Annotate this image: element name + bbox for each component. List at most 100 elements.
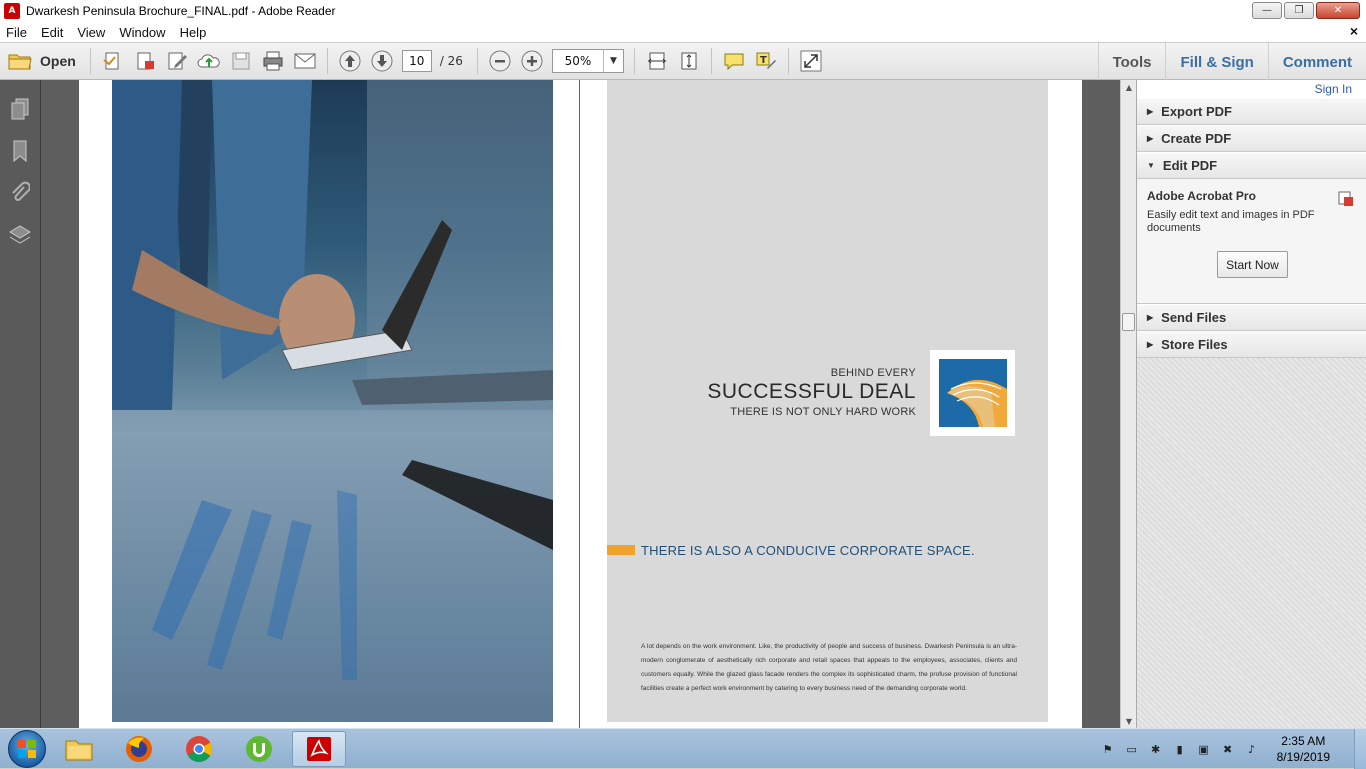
vertical-scrollbar[interactable]: ▲ ▼ [1120,80,1136,728]
edit-pdf-section[interactable]: ▼ Edit PDF [1137,152,1366,179]
next-page-icon[interactable] [369,48,395,74]
page-thumbnails-icon[interactable] [6,95,34,123]
taskbar-adobe-reader[interactable] [292,730,346,767]
layers-icon[interactable] [6,221,34,249]
windows-logo-icon [18,739,36,758]
fill-sign-tab[interactable]: Fill & Sign [1165,43,1267,81]
show-desktop-button[interactable] [1354,729,1366,769]
accent-bar [607,545,635,555]
zoom-in-icon[interactable] [519,48,545,74]
taskbar: ⚑ ▭ ✱ ▮ ▣ ✖ ♪ 2:35 AM 8/19/2019 [0,728,1366,769]
taskbar-chrome[interactable] [172,731,226,767]
toolbar: Open 10 / 26 50% ▼ T Tools Fill & Sign C… [0,42,1366,81]
taskbar-explorer[interactable] [52,731,106,767]
minimize-button[interactable]: — [1252,2,1282,19]
volume-icon[interactable]: ♪ [1245,742,1259,756]
export-pdf-section[interactable]: ▶ Export PDF [1137,98,1366,125]
chevron-down-icon[interactable]: ▼ [602,50,623,72]
zoom-out-icon[interactable] [487,48,513,74]
scroll-down-icon[interactable]: ▼ [1121,714,1137,728]
close-button[interactable]: ✕ [1316,2,1360,19]
sign-in-link[interactable]: Sign In [1137,80,1366,98]
open-button[interactable]: Open [0,51,84,71]
restore-button[interactable]: ❐ [1284,2,1314,19]
toolbar-separator [476,48,478,74]
start-button[interactable] [8,729,46,768]
create-pdf-icon[interactable] [100,48,126,74]
device-icon[interactable]: ▣ [1197,742,1211,756]
export-pdf-label: Export PDF [1161,104,1232,119]
bluetooth-icon[interactable]: ✱ [1149,742,1163,756]
save-icon[interactable] [228,48,254,74]
acrobat-pro-icon[interactable] [1338,191,1354,207]
triangle-right-icon: ▶ [1147,107,1154,116]
headline-small: BEHIND EVERY [830,367,916,379]
sticky-note-icon[interactable] [721,48,747,74]
pdf-page-left [79,80,579,728]
scroll-thumb[interactable] [1122,313,1135,331]
folder-icon [65,740,93,760]
triangle-right-icon: ▶ [1147,340,1154,349]
menu-edit[interactable]: Edit [34,25,70,40]
pdf-page-right: BEHIND EVERY SUCCESSFUL DEAL THERE IS NO… [580,80,1082,728]
chrome-icon [186,735,213,762]
create-pdf-label: Create PDF [1161,131,1232,146]
brochure-panel: BEHIND EVERY SUCCESSFUL DEAL THERE IS NO… [607,80,1048,722]
print-icon[interactable] [260,48,286,74]
page-total: / 26 [439,54,463,68]
toolbar-separator [89,48,91,74]
menu-window[interactable]: Window [112,25,172,40]
page-number-input[interactable]: 10 [401,50,432,72]
zoom-select[interactable]: 50% ▼ [551,49,624,73]
start-now-button[interactable]: Start Now [1217,251,1288,278]
cloud-upload-icon[interactable] [196,48,222,74]
email-icon[interactable] [292,48,318,74]
send-files-section[interactable]: ▶ Send Files [1137,304,1366,331]
document-viewport[interactable]: BEHIND EVERY SUCCESSFUL DEAL THERE IS NO… [41,80,1120,728]
create-pdf-section[interactable]: ▶ Create PDF [1137,125,1366,152]
title-bar: A Dwarkesh Peninsula Brochure_FINAL.pdf … [0,0,1366,22]
highlight-text-icon[interactable]: T [753,48,779,74]
store-files-label: Store Files [1161,337,1228,352]
clock-time: 2:35 AM [1281,734,1326,748]
previous-page-icon[interactable] [337,48,363,74]
utorrent-icon [246,735,272,762]
product-title: Adobe Acrobat Pro [1147,189,1256,203]
taskbar-utorrent[interactable] [232,731,286,767]
menu-help[interactable]: Help [173,25,214,40]
fit-page-icon[interactable] [676,48,702,74]
fit-width-icon[interactable] [644,48,670,74]
action-center-icon[interactable]: ⚑ [1101,742,1115,756]
body-paragraph: A lot depends on the work environment. L… [641,643,1017,692]
triangle-right-icon: ▶ [1147,134,1154,143]
store-files-section[interactable]: ▶ Store Files [1137,331,1366,358]
edit-pdf-content: Adobe Acrobat Pro Easily edit text and i… [1137,179,1366,304]
scroll-up-icon[interactable]: ▲ [1121,80,1137,94]
bookmarks-icon[interactable] [6,137,34,165]
export-pdf-icon[interactable] [132,48,158,74]
tools-tab[interactable]: Tools [1097,43,1166,81]
taskbar-firefox[interactable] [112,731,166,767]
firefox-icon [126,735,152,762]
adobe-reader-icon [307,736,331,761]
navigation-pane [0,80,41,728]
office-photo [112,80,553,722]
network-error-icon[interactable]: ✖ [1221,742,1235,756]
send-files-label: Send Files [1161,310,1227,325]
system-clock[interactable]: 2:35 AM 8/19/2019 [1277,733,1330,765]
edit-pdf-icon[interactable] [164,48,190,74]
close-document-button[interactable]: × [1350,23,1358,39]
monitor-icon[interactable]: ▭ [1125,742,1139,756]
signal-strength-icon[interactable]: ▮ [1173,742,1187,756]
headline-big: SUCCESSFUL DEAL [707,380,916,403]
headline-sub: THERE IS NOT ONLY HARD WORK [730,406,916,418]
svg-text:T: T [760,55,767,66]
comment-tab[interactable]: Comment [1267,43,1366,81]
full-screen-icon[interactable] [798,48,824,74]
toolbar-separator [710,48,712,74]
clock-date: 8/19/2019 [1276,750,1330,764]
edit-pdf-label: Edit PDF [1162,158,1218,173]
menu-file[interactable]: File [0,25,34,40]
menu-view[interactable]: View [70,25,112,40]
attachments-icon[interactable] [6,179,34,207]
